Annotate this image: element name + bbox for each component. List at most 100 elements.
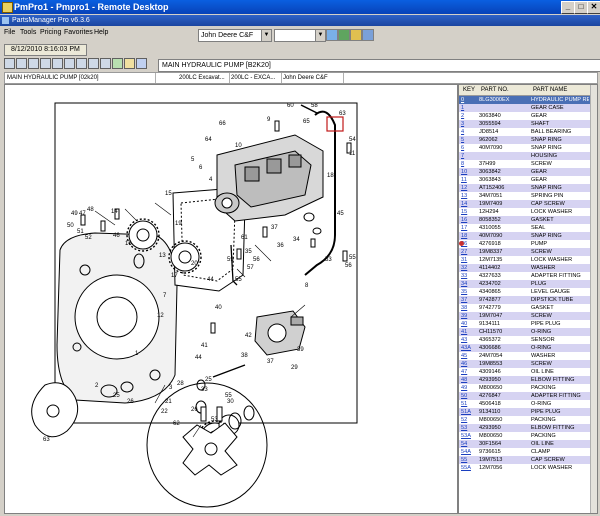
table-row[interactable]: 46 19M8553 SCREW xyxy=(459,360,597,368)
chevron-down-icon[interactable]: ▼ xyxy=(261,30,271,41)
table-row[interactable]: 0 8LG3000EX HYDRAULIC PUMP REMAN xyxy=(459,96,597,104)
zoom-in-icon[interactable] xyxy=(76,58,87,69)
refresh-icon[interactable] xyxy=(338,29,350,41)
table-row[interactable]: 52 M800650 PACKING xyxy=(459,416,597,424)
back-icon[interactable] xyxy=(28,58,39,69)
table-row[interactable]: 31 12M7135 LOCK WASHER xyxy=(459,256,597,264)
cell-part-no: 30F1564 xyxy=(479,441,502,447)
table-row[interactable]: 35 4340865 LEVEL GAUGE xyxy=(459,288,597,296)
table-row[interactable]: 51 4506418 O-RING xyxy=(459,400,597,408)
menu-file[interactable]: File xyxy=(4,29,15,36)
path-segment-model[interactable]: 200LC Excavat... xyxy=(177,73,230,83)
zoom-out-icon[interactable] xyxy=(88,58,99,69)
table-row[interactable]: 6 40M7090 SNAP RING xyxy=(459,144,597,152)
parts-table[interactable]: KEY PART NO. PART NAME 0 8LG3000EX HYDRAUL… xyxy=(458,84,598,514)
table-row[interactable]: 27 19M8337 SCREW xyxy=(459,248,597,256)
table-row[interactable]: 51A 9134110 PIPE PLUG xyxy=(459,408,597,416)
table-row[interactable]: 7 HOUSING xyxy=(459,152,597,160)
table-row[interactable]: 54 30F1564 OIL LINE xyxy=(459,440,597,448)
table-row[interactable]: 48 4293950 ELBOW FITTING xyxy=(459,376,597,384)
table-row[interactable]: 2 3063840 GEAR xyxy=(459,112,597,120)
app-small-icon xyxy=(2,17,9,24)
cell-part-name: ADAPTER FITTING xyxy=(531,393,581,399)
cell-part-no: 8058352 xyxy=(479,217,501,223)
menu-tools[interactable]: Tools xyxy=(20,29,36,36)
cell-part-no: 4234702 xyxy=(479,281,501,287)
table-row[interactable]: 33 4327633 ADAPTER FITTING xyxy=(459,272,597,280)
table-row[interactable]: 17 4310055 SEAL xyxy=(459,224,597,232)
cell-part-name: SCREW xyxy=(531,313,552,319)
table-row[interactable]: 34 4234702 PLUG xyxy=(459,280,597,288)
table-row[interactable]: 41 CH11570 O-RING xyxy=(459,328,597,336)
export-icon[interactable] xyxy=(136,58,147,69)
print-icon[interactable] xyxy=(100,58,111,69)
minimize-button[interactable]: _ xyxy=(561,1,575,14)
catalog-select[interactable]: John Deere C&F ▼ xyxy=(198,29,272,42)
cell-part-no: 19M8553 xyxy=(479,361,503,367)
table-row[interactable]: 10 3063842 GEAR xyxy=(459,168,597,176)
table-row[interactable]: 1 GEAR CASE xyxy=(459,104,597,112)
note-icon[interactable] xyxy=(124,58,135,69)
path-segment-machine[interactable]: 200LC - EXCA... xyxy=(229,73,282,83)
table-row[interactable]: 49 M800650 PACKING xyxy=(459,384,597,392)
cell-part-name: GEAR xyxy=(531,169,547,175)
column-header-part-name[interactable]: PART NAME xyxy=(533,85,567,95)
table-row[interactable]: 3 3055594 SHAFT xyxy=(459,120,597,128)
forward-icon[interactable] xyxy=(40,58,51,69)
cell-key: 5 xyxy=(461,137,465,143)
catalog-icon[interactable] xyxy=(350,29,362,41)
table-row[interactable]: 15 12H294 LOCK WASHER xyxy=(459,208,597,216)
table-row[interactable]: 43 4365372 SENSOR xyxy=(459,336,597,344)
parts-table-scrollbar[interactable] xyxy=(590,85,597,513)
last-page-icon[interactable] xyxy=(64,58,75,69)
table-row[interactable]: 39 19M7047 SCREW xyxy=(459,312,597,320)
callout: 4 xyxy=(209,177,213,183)
table-row[interactable]: 16 8058352 GASKET xyxy=(459,216,597,224)
table-row[interactable]: 4 JD8514 BALL BEARING xyxy=(459,128,597,136)
search-go-icon[interactable] xyxy=(326,29,338,41)
chevron-down-icon[interactable]: ▼ xyxy=(315,30,325,41)
table-row[interactable]: 5 962062 SNAP RING xyxy=(459,136,597,144)
check-icon[interactable] xyxy=(112,58,123,69)
table-row[interactable]: 47 4309146 OIL LINE xyxy=(459,368,597,376)
column-header-key[interactable]: KEY xyxy=(463,85,475,95)
table-row[interactable]: 50 4276847 ADAPTER FITTING xyxy=(459,392,597,400)
table-row[interactable]: 18 40M7090 SNAP RING xyxy=(459,232,597,240)
table-row[interactable]: 26 4276918 PUMP xyxy=(459,240,597,248)
prev-page-icon[interactable] xyxy=(16,58,27,69)
pump-exploded-diagram[interactable]: 60 58 63 9 65 66 54 11 64 5 6 10 4 18 45… xyxy=(5,85,457,513)
table-row[interactable]: 43A 4306686 O-RING xyxy=(459,344,597,352)
table-row[interactable]: 11 3063843 GEAR xyxy=(459,176,597,184)
table-row[interactable]: 37 9742877 DIPSTICK TUBE xyxy=(459,296,597,304)
table-row[interactable]: 38 9742779 GASKET xyxy=(459,304,597,312)
table-row[interactable]: 32 4114402 WASHER xyxy=(459,264,597,272)
cell-part-no: 3063842 xyxy=(479,169,501,175)
help-icon[interactable] xyxy=(362,29,374,41)
diagram-viewer[interactable]: 60 58 63 9 65 66 54 11 64 5 6 10 4 18 45… xyxy=(4,84,458,514)
search-input[interactable]: ▼ xyxy=(274,29,326,42)
table-row[interactable]: 53 4293950 ELBOW FITTING xyxy=(459,424,597,432)
table-row[interactable]: 55A 12M7056 LOCK WASHER xyxy=(459,464,597,472)
table-row[interactable]: 40 9134111 PIPE PLUG xyxy=(459,320,597,328)
table-row[interactable]: 14 19M7409 CAP SCREW xyxy=(459,200,597,208)
maximize-button[interactable]: □ xyxy=(574,1,588,14)
close-button[interactable]: ✕ xyxy=(587,1,600,14)
first-page-icon[interactable] xyxy=(4,58,15,69)
path-segment-catalog[interactable]: John Deere C&F xyxy=(281,73,344,83)
table-row[interactable]: 53A M800650 PACKING xyxy=(459,432,597,440)
table-row[interactable]: 54A 9736615 CLAMP xyxy=(459,448,597,456)
menu-pricing[interactable]: Pricing xyxy=(40,29,61,36)
table-row[interactable]: 55 19M7513 CAP SCREW xyxy=(459,456,597,464)
next-page-icon[interactable] xyxy=(52,58,63,69)
table-row[interactable]: 12 AT152406 SNAP RING xyxy=(459,184,597,192)
path-segment-assembly[interactable]: MAIN HYDRAULIC PUMP [02k20] xyxy=(5,73,156,83)
menu-favorites[interactable]: Favorites xyxy=(64,29,93,36)
table-row[interactable]: 13 34M7051 SPRING PIN xyxy=(459,192,597,200)
session-tab[interactable]: 8/12/2010 8:16:03 PM xyxy=(4,44,87,56)
menu-help[interactable]: Help xyxy=(94,29,108,36)
callout: 50 xyxy=(67,223,74,229)
column-header-part-no[interactable]: PART NO. xyxy=(481,85,509,95)
table-row[interactable]: 45 24M7054 WASHER xyxy=(459,352,597,360)
parts-in-cart-icon[interactable] xyxy=(459,241,464,246)
table-row[interactable]: 8 37H99 SCREW xyxy=(459,160,597,168)
